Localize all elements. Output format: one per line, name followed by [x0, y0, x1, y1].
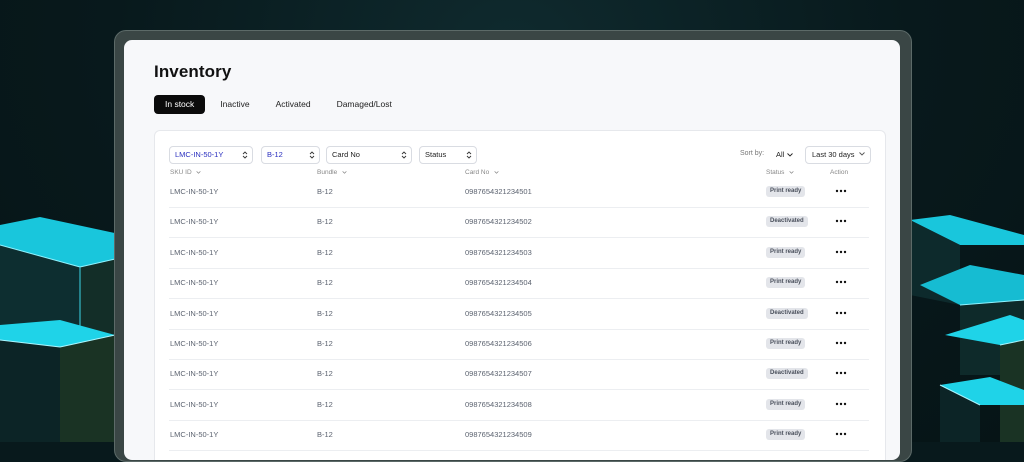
more-horizontal-icon[interactable] [835, 401, 847, 407]
more-horizontal-icon[interactable] [835, 279, 847, 285]
sku-cell: LMC-IN-50-1Y [170, 399, 219, 409]
date-range-value: Last 30 days [812, 150, 855, 159]
table-row[interactable]: LMC-IN-50-1Y B-12 0987654321234504 Print re… [169, 268, 869, 300]
more-horizontal-icon[interactable] [835, 249, 847, 255]
sku-cell: LMC-IN-50-1Y [170, 217, 219, 227]
bundle-cell: B-12 [317, 369, 333, 379]
chevron-updown-icon [401, 151, 407, 159]
card-no-cell: 0987654321234505 [465, 308, 532, 318]
column-header-sku[interactable]: SKU ID [170, 169, 202, 176]
column-header-bundle[interactable]: Bundle [317, 169, 347, 176]
table-row[interactable]: LMC-IN-50-1Y B-12 0987654321234509 Print re… [169, 420, 869, 452]
sort-by-value: All [776, 150, 785, 159]
bundle-cell: B-12 [317, 187, 333, 196]
status-filter-select[interactable]: Status [419, 146, 477, 164]
more-horizontal-icon[interactable] [835, 431, 847, 437]
column-header-status[interactable]: Status [766, 169, 794, 176]
card-no-filter-select[interactable]: Card No [326, 146, 412, 164]
decorative-cubes-right [910, 215, 1024, 442]
status-badge: Print ready [766, 429, 806, 441]
bundle-filter-select[interactable]: B-12 [261, 146, 320, 164]
tab-inactive[interactable]: Inactive [209, 95, 260, 114]
table-row[interactable]: LMC-IN-50-1Y B-12 0987654321234502 Deactiva… [169, 207, 869, 239]
bundle-cell: B-12 [317, 430, 333, 440]
column-header-sku-label: SKU ID [170, 169, 192, 176]
status-badge: Print ready [766, 277, 806, 289]
chevron-down-icon [196, 170, 202, 174]
sku-cell: LMC-IN-50-1Y [170, 339, 219, 348]
sku-cell: LMC-IN-50-1Y [170, 430, 219, 440]
sku-cell: LMC-IN-50-1Y [170, 247, 219, 257]
card-no-cell: 0987654321234501 [465, 187, 532, 196]
sku-cell: LMC-IN-50-1Y [170, 187, 219, 196]
chevron-down-icon [859, 152, 865, 156]
card-no-cell: 0987654321234504 [465, 278, 532, 288]
status-badge: Deactivated [766, 368, 808, 380]
status-badge: Deactivated [766, 216, 808, 228]
more-horizontal-icon[interactable] [835, 310, 847, 316]
more-horizontal-icon[interactable] [835, 218, 847, 224]
more-horizontal-icon[interactable] [835, 188, 847, 194]
sku-cell: LMC-IN-50-1Y [170, 278, 219, 288]
sku-filter-select[interactable]: LMC-IN-50-1Y [169, 146, 253, 164]
status-badge: Print ready [766, 246, 806, 258]
chevron-down-icon [342, 170, 347, 174]
decorative-cubes-left [0, 217, 124, 442]
sku-filter-value: LMC-IN-50-1Y [175, 150, 224, 159]
card-no-filter-value: Card No [332, 150, 360, 159]
card-no-cell: 0987654321234507 [465, 369, 532, 379]
more-horizontal-icon[interactable] [835, 340, 847, 346]
table-row[interactable]: LMC-IN-50-1Y B-12 0987654321234508 Print re… [169, 390, 869, 421]
page-title: Inventory [154, 62, 232, 81]
status-badge: Print ready [766, 338, 806, 349]
card-no-cell: 0987654321234503 [465, 247, 532, 257]
bundle-filter-value: B-12 [267, 150, 283, 159]
column-header-action: Action [830, 169, 849, 176]
tab-damaged-lost[interactable]: Damaged/Lost [326, 95, 403, 114]
card-no-cell: 0987654321234509 [465, 430, 532, 440]
bundle-cell: B-12 [317, 339, 333, 348]
card-no-cell: 0987654321234502 [465, 217, 532, 227]
status-badge: Print ready [766, 398, 806, 410]
status-filter-value: Status [425, 150, 447, 159]
card-no-cell: 0987654321234506 [465, 339, 532, 348]
date-range-select[interactable]: Last 30 days [805, 146, 871, 164]
app-window: Inventory In stock Inactive Activated Da… [124, 40, 900, 460]
chevron-updown-icon [466, 151, 472, 159]
bundle-cell: B-12 [317, 399, 333, 409]
tab-bar: In stock Inactive Activated Damaged/Lost [154, 95, 403, 114]
sku-cell: LMC-IN-50-1Y [170, 308, 219, 318]
sort-by-label: Sort by: [740, 150, 765, 157]
sku-cell: LMC-IN-50-1Y [170, 369, 219, 379]
bundle-cell: B-12 [317, 278, 333, 288]
status-badge: Print ready [766, 186, 806, 197]
chevron-updown-icon [309, 151, 315, 159]
chevron-down-icon [789, 170, 794, 174]
sort-by-select[interactable]: All [776, 150, 794, 159]
tab-in-stock[interactable]: In stock [154, 95, 206, 114]
column-header-status-label: Status [766, 169, 785, 176]
status-badge: Deactivated [766, 307, 808, 319]
table-row[interactable]: LMC-IN-50-1Y B-12 0987654321234505 Deactiva… [169, 299, 869, 330]
table-row[interactable]: LMC-IN-50-1Y B-12 0987654321234501 Print re… [169, 177, 869, 208]
column-header-bundle-label: Bundle [317, 169, 338, 176]
chevron-down-icon [787, 153, 794, 157]
bundle-cell: B-12 [317, 247, 333, 257]
card-no-cell: 0987654321234508 [465, 399, 532, 409]
column-header-card[interactable]: Card No [465, 169, 499, 176]
table-row[interactable]: LMC-IN-50-1Y B-12 0987654321234503 Print re… [169, 238, 869, 269]
inventory-table-card: LMC-IN-50-1Y B-12 Card No Status Sort by… [154, 130, 886, 460]
chevron-updown-icon [242, 151, 248, 159]
bundle-cell: B-12 [317, 308, 333, 318]
table-row[interactable]: LMC-IN-50-1Y B-12 0987654321234506 Print re… [169, 329, 869, 360]
tab-activated[interactable]: Activated [265, 95, 322, 114]
column-header-card-label: Card No [465, 169, 490, 176]
table-row[interactable]: LMC-IN-50-1Y B-12 0987654321234507 Deactiva… [169, 359, 869, 391]
bundle-cell: B-12 [317, 217, 333, 227]
chevron-down-icon [494, 170, 499, 174]
more-horizontal-icon[interactable] [835, 370, 847, 376]
